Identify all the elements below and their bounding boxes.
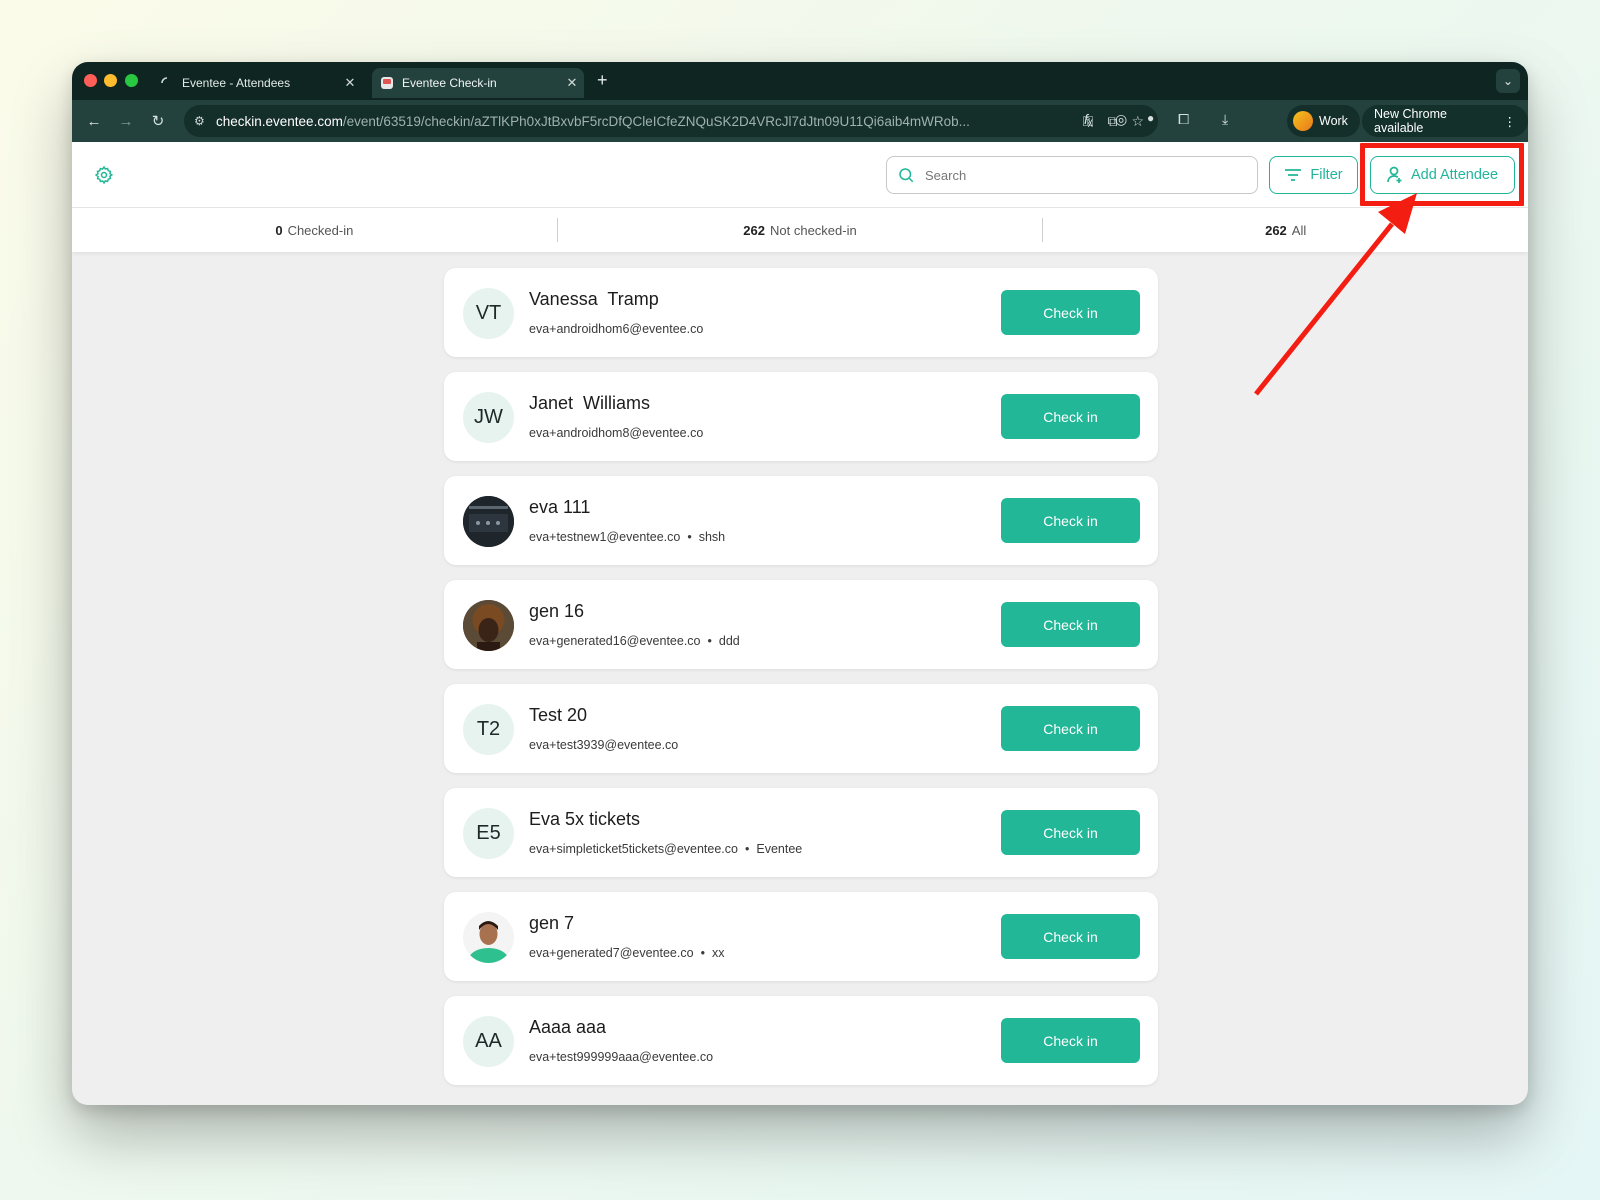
arrow-annotation bbox=[1254, 193, 1417, 396]
browser-window: Eventee - Attendees ✕ Eventee Check-in ✕… bbox=[72, 62, 1528, 1105]
